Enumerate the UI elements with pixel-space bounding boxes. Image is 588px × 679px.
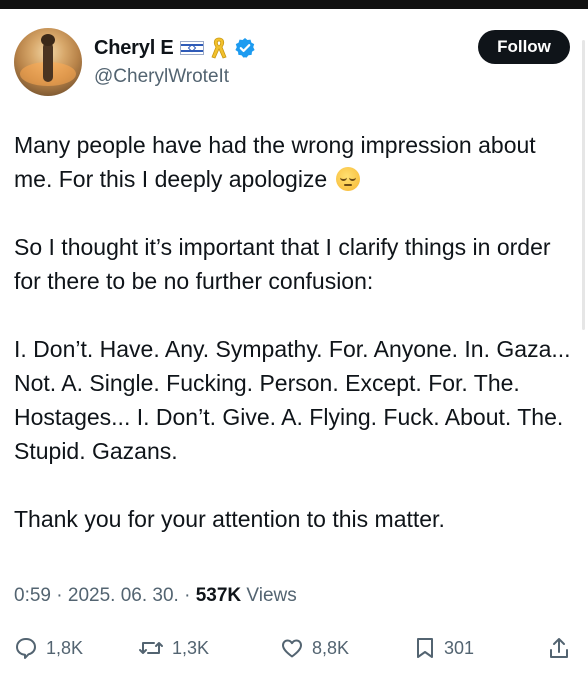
verified-badge-icon — [234, 37, 256, 59]
name-row: Cheryl E — [94, 34, 256, 62]
tweet-paragraph-text: Many people have had the wrong impressio… — [14, 132, 536, 192]
reply-count: 1,8K — [46, 637, 84, 658]
tweet-header: Cheryl E @CherylWroteIt Follow — [14, 22, 574, 102]
avatar[interactable] — [14, 28, 82, 96]
reply-button[interactable]: 1,8K — [14, 636, 83, 660]
like-button[interactable]: 8,8K — [280, 636, 349, 660]
tweet-meta: 0:59 · 2025. 06. 30. · 537K Views — [14, 585, 297, 607]
share-icon — [550, 638, 568, 658]
repost-button[interactable]: 1,3K — [138, 636, 209, 660]
action-bar: 1,8K 1,3K 8,8K 301 — [14, 636, 574, 666]
tweet-date[interactable]: 2025. 06. 30. — [68, 585, 179, 606]
tweet-paragraph: Thank you for your attention to this mat… — [14, 506, 445, 532]
share-button[interactable] — [548, 636, 570, 660]
israel-flag-icon — [179, 41, 204, 55]
display-name[interactable]: Cheryl E — [94, 37, 174, 60]
views-count: 537K — [195, 585, 242, 606]
pensive-face-emoji-icon — [335, 167, 360, 191]
bookmark-count: 301 — [444, 637, 475, 658]
top-bar — [0, 0, 588, 9]
scrollbar[interactable] — [582, 40, 585, 330]
avatar-figure — [41, 34, 55, 82]
bookmark-button[interactable]: 301 — [414, 636, 474, 660]
tweet-body: Many people have had the wrong impressio… — [14, 128, 574, 536]
meta-separator: · — [184, 585, 191, 606]
user-handle[interactable]: @CherylWroteIt — [94, 66, 229, 88]
reply-icon — [16, 638, 36, 659]
tweet-paragraph: Many people have had the wrong impressio… — [14, 128, 574, 196]
bookmark-icon — [417, 638, 433, 658]
heart-icon — [282, 639, 302, 658]
repost-icon — [139, 642, 163, 654]
repost-count: 1,3K — [172, 637, 210, 658]
tweet-time[interactable]: 0:59 — [14, 585, 51, 606]
follow-button[interactable]: Follow — [478, 30, 570, 64]
yellow-ribbon-icon — [210, 36, 228, 60]
meta-separator: · — [56, 585, 63, 606]
tweet-paragraph: I. Don’t. Have. Any. Sympathy. For. Anyo… — [14, 336, 571, 464]
tweet-paragraph: So I thought it’s important that I clari… — [14, 234, 551, 294]
like-count: 8,8K — [312, 637, 350, 658]
views-label: Views — [246, 585, 297, 606]
